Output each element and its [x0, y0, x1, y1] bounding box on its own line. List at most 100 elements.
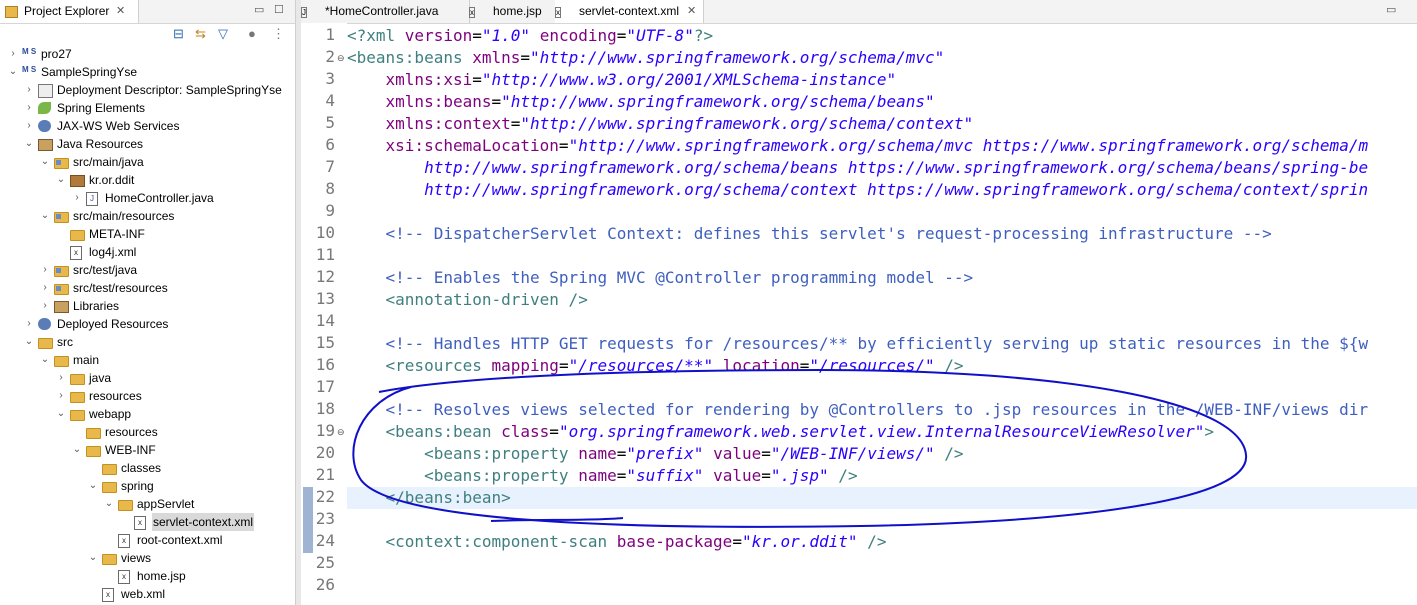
collapse-all-icon[interactable]: ⊟	[173, 26, 184, 42]
tree-item[interactable]: › M S pro27	[0, 45, 295, 63]
chevron-right-icon[interactable]: ›	[40, 261, 50, 279]
code-line[interactable]: <beans:beans xmlns="http://www.springfra…	[347, 47, 1417, 69]
tree-item[interactable]: x home.jsp	[0, 567, 295, 585]
chevron-right-icon[interactable]: ›	[24, 99, 34, 117]
chevron-right-icon[interactable]: ›	[56, 387, 66, 405]
code-line[interactable]: <!-- Resolves views selected for renderi…	[347, 399, 1417, 421]
chevron-right-icon[interactable]: ›	[40, 279, 50, 297]
code-token: name	[578, 444, 617, 463]
code-line[interactable]: xmlns:context="http://www.springframewor…	[347, 113, 1417, 135]
code-line[interactable]: <beans:property name="prefix" value="/WE…	[347, 443, 1417, 465]
tree-item[interactable]: ⌄ appServlet	[0, 495, 295, 513]
minimize-icon[interactable]: ▭	[1386, 3, 1396, 16]
code-line[interactable]: http://www.springframework.org/schema/be…	[347, 157, 1417, 179]
tree-item[interactable]: x servlet-context.xml	[0, 513, 295, 531]
code-line[interactable]	[347, 377, 1417, 399]
tree-item[interactable]: › JAX-WS Web Services	[0, 117, 295, 135]
chevron-down-icon[interactable]: ⌄	[56, 171, 66, 189]
tree-item[interactable]: ⌄ src/main/java	[0, 153, 295, 171]
code-line[interactable]	[347, 509, 1417, 531]
link-with-editor-icon[interactable]: ⇆	[195, 26, 206, 42]
code-line[interactable]: http://www.springframework.org/schema/co…	[347, 179, 1417, 201]
code-line[interactable]: <resources mapping="/resources/**" locat…	[347, 355, 1417, 377]
code-line[interactable]: <!-- DispatcherServlet Context: defines …	[347, 223, 1417, 245]
chevron-right-icon[interactable]: ›	[24, 315, 34, 333]
tree-item[interactable]: resources	[0, 423, 295, 441]
tree-item[interactable]: ⌄ webapp	[0, 405, 295, 423]
chevron-down-icon[interactable]: ⌄	[88, 477, 98, 495]
code-line[interactable]	[347, 575, 1417, 597]
filter-icon[interactable]: ▽	[218, 26, 228, 42]
chevron-right-icon[interactable]: ›	[72, 189, 82, 207]
tree-item[interactable]: x web.xml	[0, 585, 295, 603]
tree-item[interactable]: › java	[0, 369, 295, 387]
editor-tab[interactable]: J *HomeController.java	[301, 0, 470, 23]
chevron-down-icon[interactable]: ⌄	[40, 153, 50, 171]
tree-item[interactable]: META-INF	[0, 225, 295, 243]
chevron-right-icon[interactable]: ›	[56, 369, 66, 387]
tree-item[interactable]: › Libraries	[0, 297, 295, 315]
code-line[interactable]: </beans:bean>	[347, 487, 1417, 509]
chevron-right-icon[interactable]: ›	[24, 117, 34, 135]
tree-item[interactable]: ⌄ spring	[0, 477, 295, 495]
close-icon[interactable]: ✕	[687, 0, 696, 23]
tree-item[interactable]: › Deployment Descriptor: SampleSpringYse	[0, 81, 295, 99]
tab-project-explorer[interactable]: Project Explorer ✕	[0, 0, 139, 23]
tree-item[interactable]: › src/test/resources	[0, 279, 295, 297]
code-line[interactable]: <beans:property name="suffix" value=".js…	[347, 465, 1417, 487]
code-line[interactable]	[347, 553, 1417, 575]
tree-item[interactable]: ⌄ kr.or.ddit	[0, 171, 295, 189]
minimize-icon[interactable]: ▭	[254, 3, 264, 16]
fold-icon[interactable]: ⊖	[337, 53, 345, 64]
tree-item[interactable]: classes	[0, 459, 295, 477]
editor-tab[interactable]: x servlet-context.xml ✕	[555, 0, 704, 23]
chevron-down-icon[interactable]: ⌄	[88, 549, 98, 567]
editor-tab[interactable]: x home.jsp	[469, 0, 556, 23]
chevron-down-icon[interactable]: ⌄	[24, 135, 34, 153]
code-line[interactable]: xmlns:xsi="http://www.w3.org/2001/XMLSch…	[347, 69, 1417, 91]
tree-item[interactable]: › Spring Elements	[0, 99, 295, 117]
code-line[interactable]	[347, 311, 1417, 333]
tree-item[interactable]: › src/test/java	[0, 261, 295, 279]
close-icon[interactable]: ✕	[116, 0, 125, 23]
tree-item[interactable]: x root-context.xml	[0, 531, 295, 549]
fold-icon[interactable]: ⊖	[337, 427, 345, 438]
code-line[interactable]: <context:component-scan base-package="kr…	[347, 531, 1417, 553]
chevron-down-icon[interactable]: ⌄	[56, 405, 66, 423]
tree-item[interactable]: › J HomeController.java	[0, 189, 295, 207]
chevron-down-icon[interactable]: ⌄	[40, 207, 50, 225]
chevron-down-icon[interactable]: ⌄	[8, 63, 18, 81]
editor-tab-label: *HomeController.java	[325, 4, 439, 18]
chevron-down-icon[interactable]: ⌄	[40, 351, 50, 369]
chevron-right-icon[interactable]: ›	[8, 45, 18, 63]
code-line[interactable]: <beans:bean class="org.springframework.w…	[347, 421, 1417, 443]
code-line[interactable]: xsi:schemaLocation="http://www.springfra…	[347, 135, 1417, 157]
code-line[interactable]: <?xml version="1.0" encoding="UTF-8"?>	[347, 25, 1417, 47]
code-line[interactable]	[347, 245, 1417, 267]
tree-item[interactable]: ⌄ src/main/resources	[0, 207, 295, 225]
more-icon[interactable]: ⋮	[272, 26, 285, 42]
view-menu-icon[interactable]: ●	[248, 26, 256, 41]
code-line[interactable]	[347, 201, 1417, 223]
tree-item[interactable]: ⌄ main	[0, 351, 295, 369]
maximize-icon[interactable]: ☐	[274, 3, 284, 16]
chevron-down-icon[interactable]: ⌄	[72, 441, 82, 459]
tree-item[interactable]: ⌄ Java Resources	[0, 135, 295, 153]
code-area[interactable]: <?xml version="1.0" encoding="UTF-8"?> <b…	[347, 23, 1417, 605]
tree-item[interactable]: › Deployed Resources	[0, 315, 295, 333]
tree-item[interactable]: › resources	[0, 387, 295, 405]
tree-item[interactable]: ⌄ WEB-INF	[0, 441, 295, 459]
chevron-right-icon[interactable]: ›	[40, 297, 50, 315]
chevron-down-icon[interactable]: ⌄	[24, 333, 34, 351]
folder-icon	[86, 428, 101, 439]
tree-item[interactable]: ⌄ M S SampleSpringYse	[0, 63, 295, 81]
code-line[interactable]: xmlns:beans="http://www.springframework.…	[347, 91, 1417, 113]
code-line[interactable]: <annotation-driven />	[347, 289, 1417, 311]
chevron-down-icon[interactable]: ⌄	[104, 495, 114, 513]
tree-item[interactable]: ⌄ views	[0, 549, 295, 567]
code-line[interactable]: <!-- Handles HTTP GET requests for /reso…	[347, 333, 1417, 355]
code-line[interactable]: <!-- Enables the Spring MVC @Controller …	[347, 267, 1417, 289]
tree-item[interactable]: ⌄ src	[0, 333, 295, 351]
tree-item[interactable]: x log4j.xml	[0, 243, 295, 261]
chevron-right-icon[interactable]: ›	[24, 81, 34, 99]
